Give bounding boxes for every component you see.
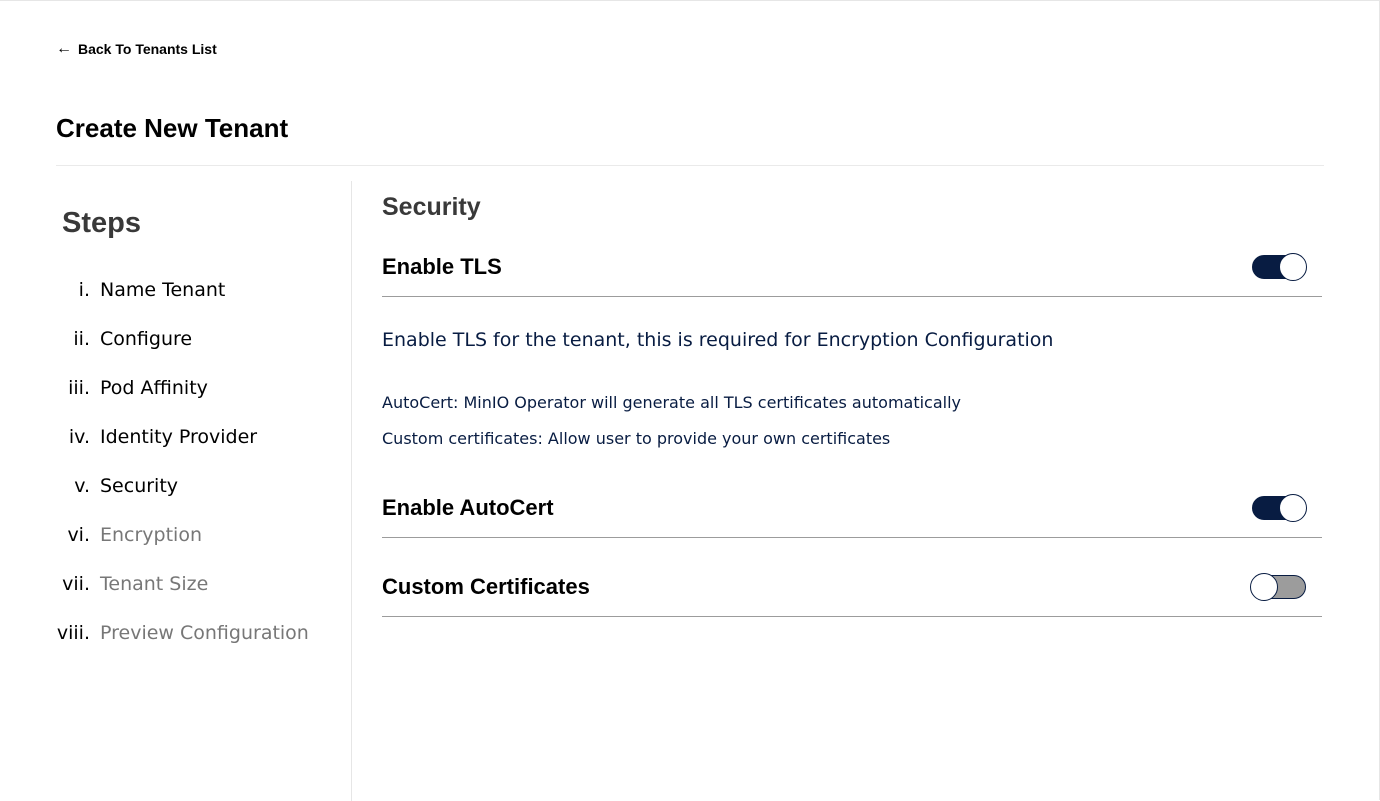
toggle-knob <box>1250 572 1278 601</box>
step-number: iv. <box>68 425 90 448</box>
enable-autocert-row: Enable AutoCert <box>382 478 1322 538</box>
step-number: vii. <box>62 572 90 595</box>
back-link-label: Back To Tenants List <box>78 41 217 57</box>
step-label: Preview Configuration <box>100 621 309 644</box>
step-label: Tenant Size <box>100 572 209 595</box>
step-pod-affinity[interactable]: iii. Pod Affinity <box>0 363 340 412</box>
step-label: Encryption <box>100 523 203 546</box>
enable-tls-toggle[interactable] <box>1252 252 1307 281</box>
step-number: ii. <box>73 327 90 350</box>
step-encryption[interactable]: vi. Encryption <box>0 510 340 559</box>
title-divider <box>56 165 1324 166</box>
step-tenant-size[interactable]: vii. Tenant Size <box>0 559 340 608</box>
step-label: Name Tenant <box>100 278 226 301</box>
enable-tls-label: Enable TLS <box>382 253 502 279</box>
arrow-left-icon: ← <box>56 40 72 57</box>
enable-autocert-label: Enable AutoCert <box>382 494 554 520</box>
step-identity-provider[interactable]: iv. Identity Provider <box>0 412 340 461</box>
custom-certificates-row: Custom Certificates <box>382 557 1322 617</box>
custom-certificates-note: Custom certificates: Allow user to provi… <box>382 429 891 448</box>
step-label: Identity Provider <box>100 425 258 448</box>
enable-tls-row: Enable TLS <box>382 237 1322 297</box>
autocert-note: AutoCert: MinIO Operator will generate a… <box>382 393 962 412</box>
security-panel: Security Enable TLS Enable TLS for the t… <box>382 189 1322 617</box>
steps-title: Steps <box>62 207 141 239</box>
page-title: Create New Tenant <box>56 113 289 143</box>
step-number: v. <box>74 474 90 497</box>
step-number: iii. <box>68 376 90 399</box>
step-number: vi. <box>67 523 90 546</box>
step-configure[interactable]: ii. Configure <box>0 314 340 363</box>
custom-certificates-label: Custom Certificates <box>382 573 590 599</box>
custom-certificates-toggle[interactable] <box>1250 572 1306 601</box>
sidebar-divider <box>351 181 352 801</box>
step-number: i. <box>78 278 90 301</box>
toggle-knob <box>1279 493 1307 522</box>
step-label: Configure <box>100 327 193 350</box>
step-name-tenant[interactable]: i. Name Tenant <box>0 265 340 314</box>
step-label: Pod Affinity <box>100 376 208 399</box>
step-preview-configuration[interactable]: viii. Preview Configuration <box>0 608 340 657</box>
enable-autocert-toggle[interactable] <box>1252 493 1307 522</box>
step-label: Security <box>100 474 179 497</box>
section-title: Security <box>382 193 481 221</box>
step-security[interactable]: v. Security <box>0 461 340 510</box>
back-to-tenants-link[interactable]: ← Back To Tenants List <box>56 40 217 58</box>
step-list: i. Name Tenant ii. Configure iii. Pod Af… <box>0 265 340 657</box>
toggle-knob <box>1279 252 1307 281</box>
tls-description: Enable TLS for the tenant, this is requi… <box>382 329 1054 351</box>
page-frame: ← Back To Tenants List Create New Tenant… <box>0 0 1380 801</box>
step-number: viii. <box>56 621 90 644</box>
